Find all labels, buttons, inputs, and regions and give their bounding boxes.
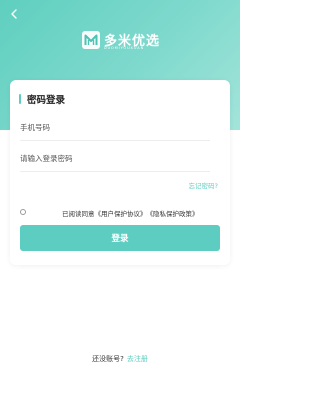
password-field [20, 147, 210, 172]
back-button[interactable] [6, 6, 22, 22]
chevron-left-icon [11, 9, 17, 19]
register-row: 还没账号? 去注册 [0, 354, 240, 364]
agreement-row: 已阅读同意 《用户保护协议》 《隐私保护政策》 [20, 208, 220, 218]
agreement-prefix: 已阅读同意 [62, 210, 95, 218]
login-card: 密码登录 忘记密码? 已阅读同意 《用户保护协议》 《隐私保护政策》 登录 [10, 80, 230, 265]
user-agreement-link[interactable]: 《用户保护协议》 [95, 208, 147, 218]
forgot-password-link[interactable]: 忘记密码? [189, 180, 218, 190]
privacy-policy-link[interactable]: 《隐私保护政策》 [147, 208, 199, 218]
title-accent-bar [19, 94, 21, 104]
brand-logo: 多米优选 DUOMIYOUXUAN [82, 31, 172, 53]
register-link[interactable]: 去注册 [127, 355, 148, 363]
agreement-checkbox[interactable] [20, 209, 26, 215]
phone-input[interactable] [20, 116, 206, 138]
agreement-text: 已阅读同意 《用户保护协议》 《隐私保护政策》 [62, 208, 199, 218]
phone-field [20, 116, 210, 141]
m-logo-icon [82, 31, 100, 49]
login-title: 密码登录 [27, 95, 66, 106]
register-prompt: 还没账号? [92, 355, 124, 363]
card-title: 密码登录 [19, 93, 66, 106]
brand-subtitle: DUOMIYOUXUAN [104, 46, 145, 50]
password-input[interactable] [20, 147, 206, 169]
login-button[interactable]: 登录 [20, 225, 220, 251]
